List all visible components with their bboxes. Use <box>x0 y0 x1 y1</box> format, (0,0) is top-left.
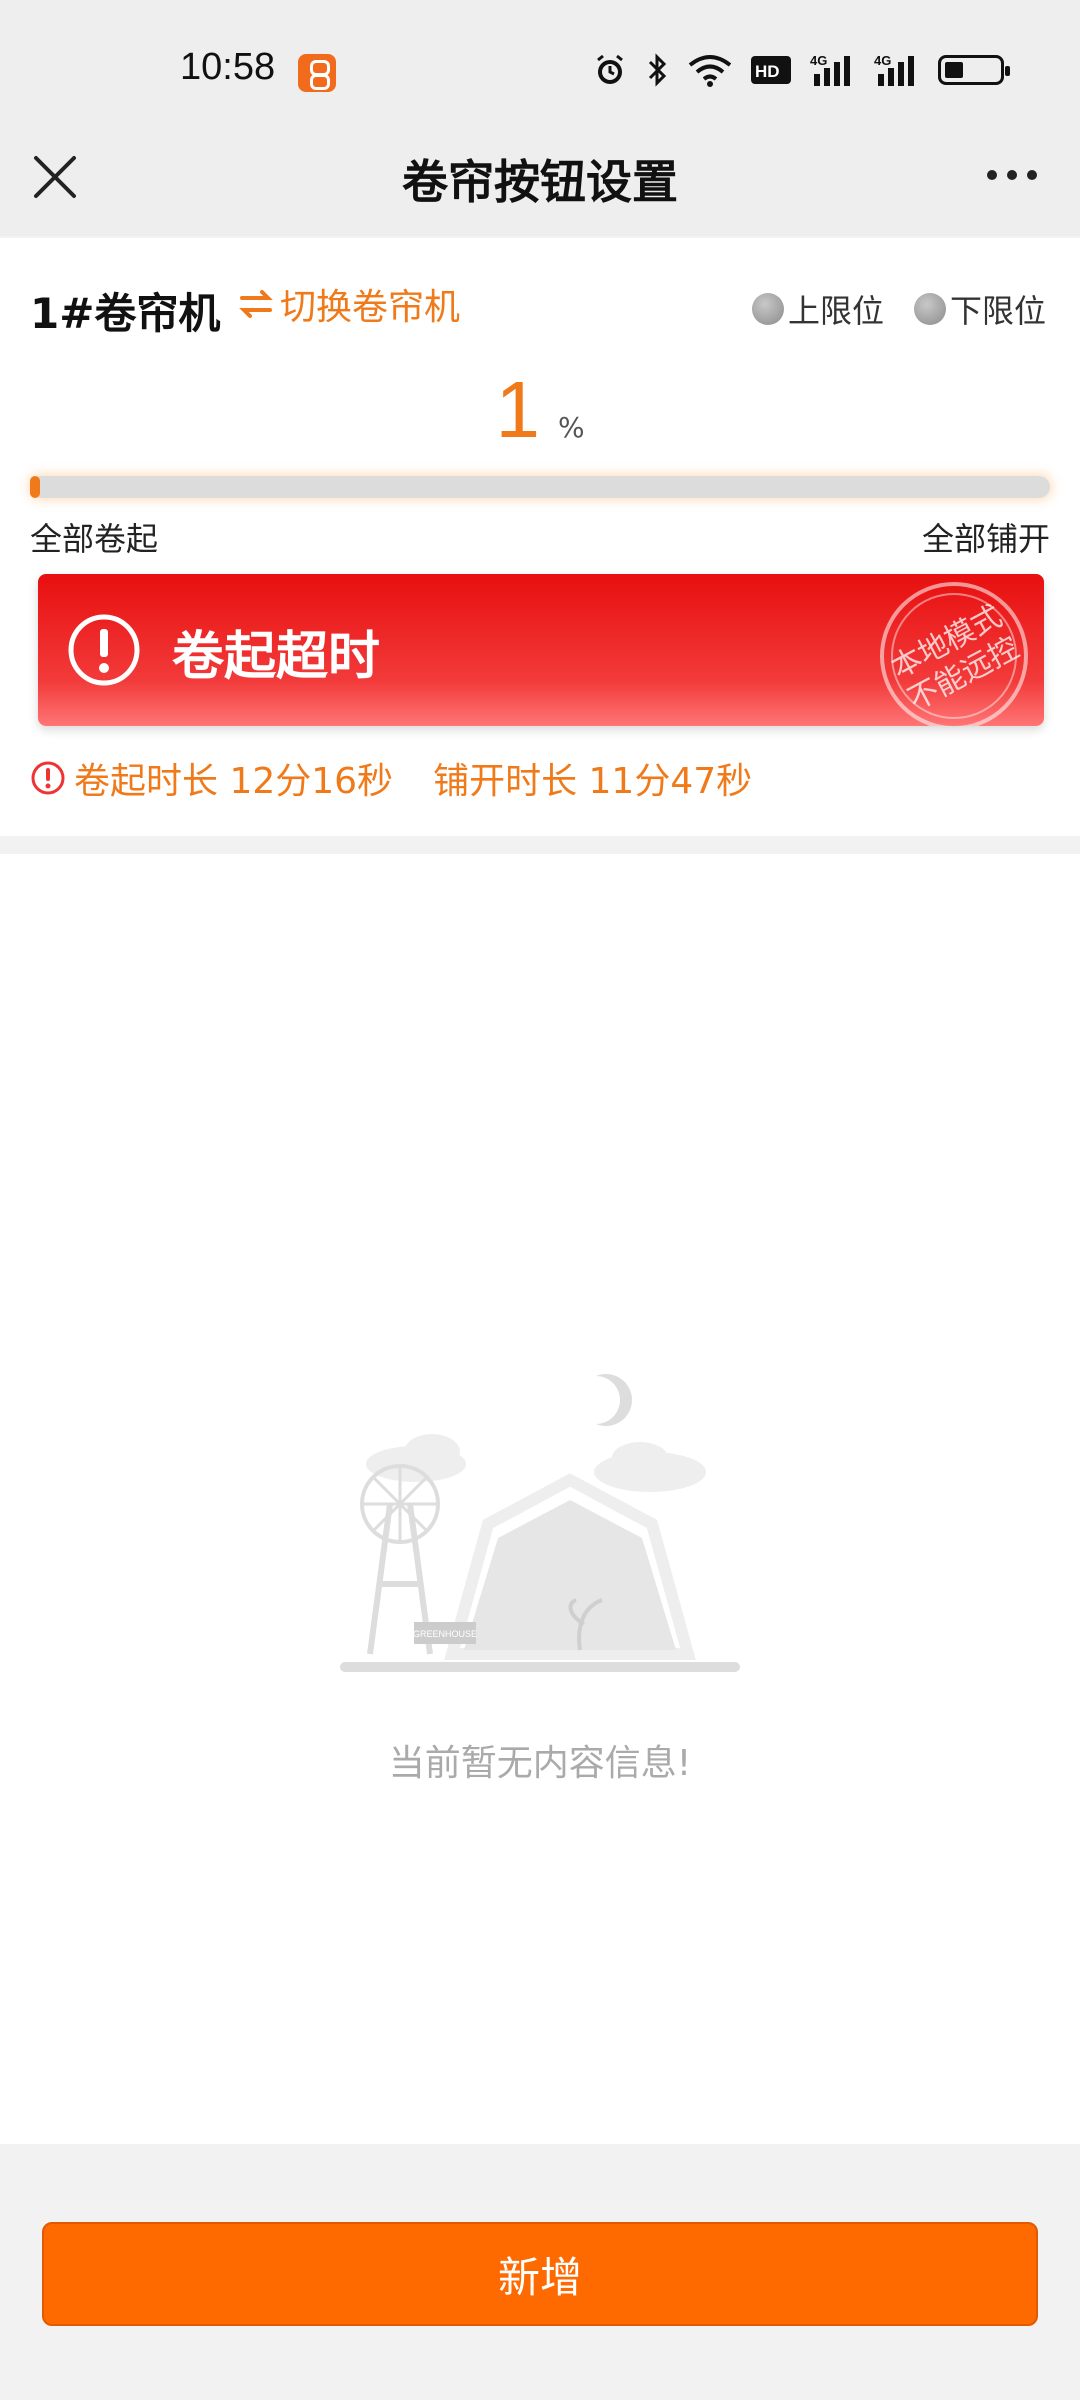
progress-percent: 1% <box>0 364 1080 456</box>
upper-limit-label: 上限位 <box>788 292 885 330</box>
status-time: 10:58 <box>180 46 276 88</box>
lower-limit-dot <box>914 293 946 325</box>
page-title: 卷帘按钮设置 <box>402 155 678 209</box>
status-bar: 10:58 HD 4G 4G <box>0 0 1080 140</box>
upper-limit-dot <box>752 293 784 325</box>
signal-4g-icon: 4G <box>810 50 856 90</box>
hd-label: HD <box>755 62 780 81</box>
app-badge-icon <box>298 54 336 92</box>
content-list: GREENHOUSE 当前暂无内容信息! <box>0 854 1080 2144</box>
switch-machine-button[interactable]: 切换卷帘机 <box>238 278 460 330</box>
local-mode-stamp: 本地模式 不能远控 <box>880 582 1028 726</box>
progress-fill <box>30 476 41 498</box>
hd-icon: HD <box>750 50 792 90</box>
wifi-icon <box>688 50 732 90</box>
percent-unit: % <box>557 411 585 444</box>
illustration-sign-text: GREENHOUSE <box>413 1629 477 1639</box>
all-rolled-label: 全部卷起 <box>30 520 159 558</box>
durations-row: 卷起时长 12分16秒 铺开时长 11分47秒 <box>30 752 752 804</box>
add-button[interactable]: 新增 <box>42 2222 1038 2326</box>
percent-value: 1 <box>495 365 540 454</box>
machine-name: 1#卷帘机 <box>30 289 221 338</box>
switch-machine-label: 切换卷帘机 <box>280 287 461 328</box>
curtain-progress-bar <box>30 476 1050 498</box>
unroll-duration: 铺开时长 11分47秒 <box>433 761 753 802</box>
empty-message: 当前暂无内容信息! <box>388 1743 692 1784</box>
status-icons: HD 4G 4G <box>592 50 1010 90</box>
nav-bar: 卷帘按钮设置 <box>0 140 1080 236</box>
more-icon[interactable] <box>984 164 1040 186</box>
all-unrolled-label: 全部铺开 <box>921 520 1050 558</box>
net-label-2: 4G <box>874 53 891 68</box>
bluetooth-icon <box>646 50 670 90</box>
upper-limit-indicator: 上限位 <box>752 286 884 332</box>
alert-text: 卷起超时 <box>172 627 381 687</box>
lower-limit-indicator: 下限位 <box>914 286 1046 332</box>
empty-greenhouse-illustration: GREENHOUSE <box>340 1374 740 1672</box>
curtain-control-card: 1#卷帘机 切换卷帘机 上限位 下限位 1% 全部卷起 全部铺开 卷起超时 本地… <box>0 238 1080 836</box>
lower-limit-label: 下限位 <box>950 292 1047 330</box>
battery-icon <box>938 50 1010 90</box>
signal-4g-icon: 4G <box>874 50 920 90</box>
timeout-alert: 卷起超时 本地模式 不能远控 <box>38 574 1044 726</box>
swap-icon <box>239 290 273 318</box>
roll-duration: 卷起时长 12分16秒 <box>74 761 394 802</box>
alarm-icon <box>592 50 628 90</box>
net-label-1: 4G <box>810 53 827 68</box>
warning-icon <box>68 614 140 686</box>
info-warning-icon <box>31 761 65 795</box>
